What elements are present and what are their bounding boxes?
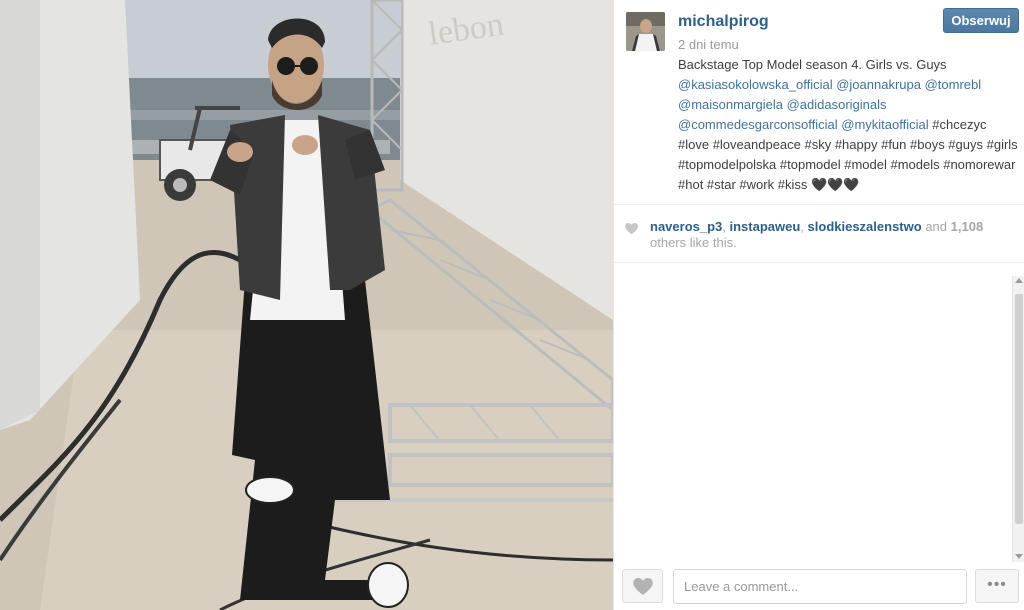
heart-icon bbox=[633, 578, 653, 596]
likes-text: naveros_p3, instapaweu, slodkieszalenstw… bbox=[650, 219, 984, 250]
post-header: michalpirog Obserwuj 2 dni temu Backstag… bbox=[614, 0, 1024, 205]
caption-mention[interactable]: @joannakrupa bbox=[836, 77, 921, 92]
caption-emoji: 🖤🖤🖤 bbox=[810, 177, 860, 192]
like-button[interactable] bbox=[622, 569, 663, 603]
avatar-image bbox=[626, 12, 665, 51]
post-timestamp[interactable]: 2 dni temu bbox=[678, 37, 739, 52]
caption-text: Backstage Top Model season 4. Girls vs. … bbox=[678, 57, 947, 72]
comment-bar: ••• bbox=[614, 562, 1024, 610]
avatar[interactable] bbox=[626, 12, 665, 51]
follow-button[interactable]: Obserwuj bbox=[943, 8, 1019, 33]
caption-mention[interactable]: @maisonmargiela bbox=[678, 97, 783, 112]
heart-icon bbox=[625, 223, 638, 235]
likes-count[interactable]: 1,108 bbox=[951, 219, 984, 234]
caption-mention[interactable]: @commedesgarconsofficial bbox=[678, 117, 838, 132]
post-caption: Backstage Top Model season 4. Girls vs. … bbox=[678, 55, 1018, 195]
ellipsis-icon: ••• bbox=[987, 576, 1007, 593]
caption-mention[interactable]: @tomrebl bbox=[925, 77, 982, 92]
caption-mention[interactable]: @mykitaofficial bbox=[841, 117, 928, 132]
post-details-panel: michalpirog Obserwuj 2 dni temu Backstag… bbox=[613, 0, 1024, 610]
scroll-down-arrow-icon[interactable] bbox=[1015, 554, 1023, 559]
comment-input[interactable] bbox=[673, 569, 967, 604]
likes-suffix: others like this. bbox=[650, 235, 737, 250]
post-username[interactable]: michalpirog bbox=[678, 13, 769, 31]
more-options-button[interactable]: ••• bbox=[975, 569, 1019, 603]
post-photo[interactable]: lebon bbox=[0, 0, 613, 610]
comments-list bbox=[614, 264, 1024, 560]
liker-link[interactable]: naveros_p3 bbox=[650, 219, 722, 234]
likes-section: naveros_p3, instapaweu, slodkieszalenstw… bbox=[614, 205, 1024, 263]
scroll-up-arrow-icon[interactable] bbox=[1015, 278, 1023, 283]
liker-link[interactable]: instapaweu bbox=[730, 219, 801, 234]
caption-mention[interactable]: @kasiasokolowska_official bbox=[678, 77, 833, 92]
caption-mention[interactable]: @adidasoriginals bbox=[787, 97, 887, 112]
liker-link[interactable]: slodkieszalenstwo bbox=[808, 219, 922, 234]
scroll-thumb[interactable] bbox=[1015, 294, 1023, 524]
photo-scene: lebon bbox=[0, 0, 613, 610]
comments-scrollbar[interactable] bbox=[1012, 276, 1024, 562]
likes-and: and bbox=[925, 219, 948, 234]
